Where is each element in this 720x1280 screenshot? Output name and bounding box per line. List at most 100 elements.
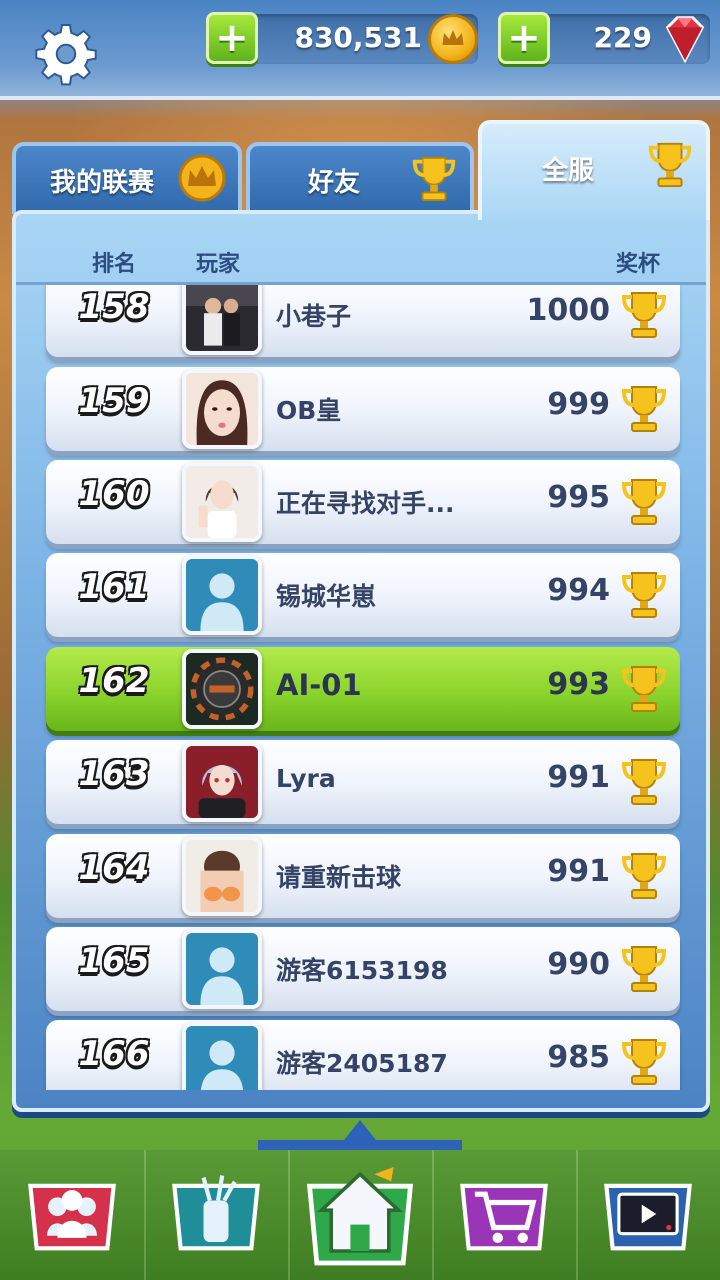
coin-balance: + 830,531 <box>206 12 478 64</box>
leaderboard-row[interactable]: 161 锡城华崽 994 <box>46 553 680 637</box>
trophy-count: 999 <box>547 387 610 422</box>
leaderboard-row[interactable]: 158 小巷子 1000 <box>46 285 680 357</box>
poker-chip-icon <box>186 653 258 725</box>
golf-bag-icon <box>172 1175 260 1251</box>
player-name: 请重新击球 <box>276 863 402 892</box>
gem-balance: + 229 <box>498 12 710 64</box>
trophy-icon <box>621 853 667 899</box>
avatar-photo-couple <box>186 285 258 351</box>
tv-replay-icon <box>604 1183 692 1251</box>
plus-icon: + <box>507 15 541 61</box>
avatar-anime-character <box>186 746 258 818</box>
rank-number: 165 <box>78 941 150 981</box>
leaderboard-row[interactable]: 164 请重新击球 991 <box>46 834 680 918</box>
leaderboard-row[interactable]: 160 正在寻找对手... 995 <box>46 460 680 544</box>
player-name: 游客6153198 <box>276 956 448 985</box>
tab-global[interactable]: 全服 <box>478 120 710 220</box>
tab-label: 我的联赛 <box>50 168 155 198</box>
trophy-count: 1000 <box>526 293 611 328</box>
header-rank: 排名 <box>92 252 137 277</box>
nav-golf-bag-button[interactable] <box>144 1150 288 1280</box>
trophy-count: 995 <box>547 480 610 515</box>
player-name: OB皇 <box>276 396 342 425</box>
tab-label: 全服 <box>542 156 595 186</box>
nav-replay-button[interactable] <box>576 1150 720 1280</box>
leaderboard-row-current-player[interactable]: 162 AI-01 993 <box>46 647 680 731</box>
player-name: Lyra <box>276 764 336 793</box>
trophy-icon <box>621 666 667 712</box>
player-name: 小巷子 <box>276 302 352 331</box>
player-avatar <box>182 462 262 542</box>
leaderboard-row[interactable]: 159 OB皇 999 <box>46 367 680 451</box>
trophy-count: 993 <box>547 667 610 702</box>
nav-club-button[interactable] <box>0 1150 144 1280</box>
rank-number: 164 <box>78 848 150 888</box>
rank-number: 166 <box>78 1034 150 1074</box>
crown-coin-icon <box>178 154 226 202</box>
trophy-icon <box>621 292 667 338</box>
header-player: 玩家 <box>196 252 241 277</box>
rank-number: 161 <box>78 567 150 607</box>
leaderboard-list[interactable]: 158 小巷子 1000 159 OB皇 999 160 正在寻找对手... 9… <box>16 282 706 1090</box>
avatar-photo-girl <box>186 373 258 445</box>
selected-tab-indicator <box>258 1120 462 1150</box>
rank-number: 159 <box>78 381 150 421</box>
avatar-photo-woman <box>186 840 258 912</box>
player-avatar <box>182 929 262 1009</box>
gem-amount: 229 <box>593 21 652 54</box>
trophy-icon <box>621 946 667 992</box>
player-avatar <box>182 555 262 635</box>
coin-amount: 830,531 <box>294 21 422 54</box>
header-trophies: 奖杯 <box>616 252 661 277</box>
player-name: 锡城华崽 <box>276 582 377 611</box>
buy-coins-button[interactable]: + <box>206 12 258 64</box>
leaderboard-row[interactable]: 166 游客2405187 985 <box>46 1020 680 1090</box>
player-avatar <box>182 1022 262 1090</box>
top-bar: + 830,531 + 229 <box>0 0 720 100</box>
player-name: AI-01 <box>276 668 362 702</box>
ruby-gem-icon <box>665 16 705 64</box>
trophy-icon <box>621 572 667 618</box>
player-avatar <box>182 285 262 355</box>
tab-label: 好友 <box>308 168 361 198</box>
trophy-icon <box>621 386 667 432</box>
default-avatar-icon <box>186 559 258 631</box>
trophy-icon <box>621 1039 667 1085</box>
avatar-photo-girl-light <box>186 466 258 538</box>
leaderboard-panel: 排名 玩家 奖杯 158 小巷子 1000 159 OB皇 999 160 正在… <box>12 210 710 1112</box>
club-icon <box>28 1183 116 1251</box>
trophy-count: 985 <box>547 1040 610 1075</box>
tab-friends[interactable]: 好友 <box>246 142 474 214</box>
player-avatar <box>182 369 262 449</box>
home-icon <box>306 1167 414 1266</box>
trophy-icon <box>648 142 692 188</box>
buy-gems-button[interactable]: + <box>498 12 550 64</box>
shop-cart-icon <box>460 1183 548 1251</box>
trophy-count: 990 <box>547 947 610 982</box>
tab-my-league[interactable]: 我的联赛 <box>12 142 242 214</box>
rank-number: 158 <box>78 287 150 327</box>
crown-coin-icon <box>428 14 478 64</box>
rank-number: 163 <box>78 754 150 794</box>
leaderboard-row[interactable]: 165 游客6153198 990 <box>46 927 680 1011</box>
player-avatar <box>182 649 262 729</box>
trophy-count: 991 <box>547 760 610 795</box>
player-name: 游客2405187 <box>276 1049 448 1078</box>
leaderboard-row[interactable]: 163 Lyra 991 <box>46 740 680 824</box>
rank-number: 160 <box>78 474 150 514</box>
player-name: 正在寻找对手... <box>276 489 455 518</box>
plus-icon: + <box>215 15 249 61</box>
default-avatar-icon <box>186 933 258 1005</box>
player-avatar <box>182 836 262 916</box>
trophy-icon <box>621 479 667 525</box>
rank-number: 162 <box>78 661 150 701</box>
trophy-icon <box>412 156 456 202</box>
settings-button[interactable] <box>30 18 102 90</box>
gear-icon <box>35 23 97 86</box>
nav-home-button[interactable] <box>288 1150 432 1280</box>
trophy-count: 991 <box>547 854 610 889</box>
player-avatar <box>182 742 262 822</box>
leaderboard-header: 排名 玩家 奖杯 <box>16 246 706 282</box>
nav-shop-button[interactable] <box>432 1150 576 1280</box>
trophy-count: 994 <box>547 573 610 608</box>
